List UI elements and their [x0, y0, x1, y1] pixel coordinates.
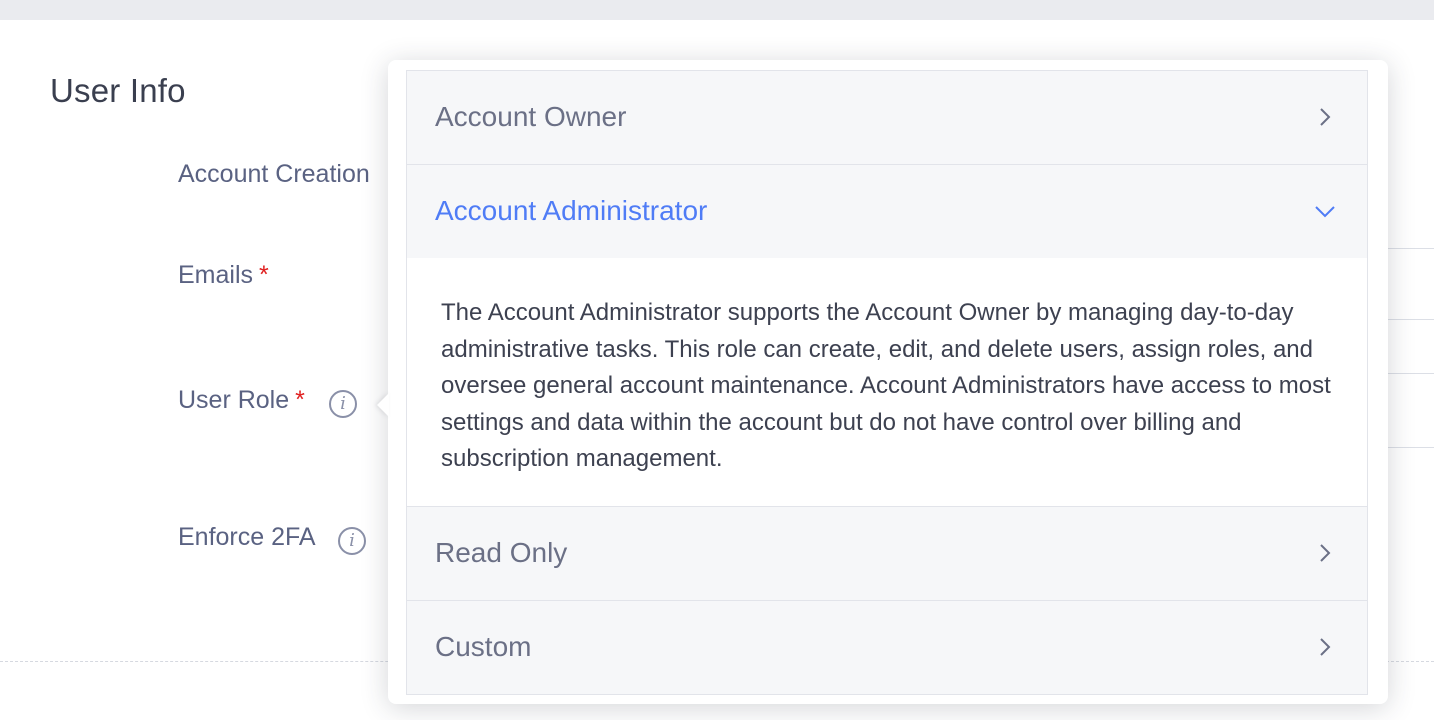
accordion-header-account-owner[interactable]: Account Owner [407, 71, 1367, 164]
role-accordion: Account Owner Account Administrator The … [406, 70, 1368, 695]
chevron-right-icon [1320, 544, 1331, 562]
role-description: The Account Administrator supports the A… [441, 299, 1331, 472]
section-title: User Info [50, 72, 186, 109]
account-creation-label: Account Creation [178, 160, 370, 189]
user-role-label-text: User Role [178, 386, 290, 414]
accordion-title: Read Only [435, 537, 568, 568]
emails-label-text: Emails [178, 261, 254, 289]
accordion-header-account-administrator[interactable]: Account Administrator [407, 165, 1367, 258]
accordion-body-account-administrator: The Account Administrator supports the A… [407, 258, 1367, 506]
accordion-item-account-owner: Account Owner [407, 71, 1367, 165]
accordion-item-custom: Custom [407, 601, 1367, 694]
accordion-header-read-only[interactable]: Read Only [407, 507, 1367, 600]
accordion-header-custom[interactable]: Custom [407, 601, 1367, 694]
enforce-2fa-label: Enforce 2FA [178, 523, 316, 552]
required-marker: * [259, 261, 269, 289]
chevron-down-icon [1315, 206, 1335, 218]
user-role-label: User Role * [178, 386, 305, 415]
accordion-item-read-only: Read Only [407, 507, 1367, 601]
chevron-right-icon [1320, 638, 1331, 656]
accordion-title: Account Administrator [435, 195, 708, 226]
accordion-title: Account Owner [435, 101, 627, 132]
accordion-item-account-administrator: Account Administrator The Account Admini… [407, 165, 1367, 507]
accordion-title: Custom [435, 631, 532, 662]
account-creation-label-text: Account Creation [178, 160, 370, 188]
user-role-info-icon[interactable]: i [329, 390, 357, 418]
required-marker: * [295, 386, 305, 414]
enforce-2fa-label-text: Enforce 2FA [178, 523, 316, 551]
top-bar [0, 0, 1434, 20]
chevron-right-icon [1320, 108, 1331, 126]
popover-arrow [377, 393, 389, 417]
user-info-form: User Info Account Creation Emails * User … [0, 20, 1434, 720]
enforce-2fa-info-icon[interactable]: i [338, 527, 366, 555]
emails-label: Emails * [178, 261, 269, 290]
